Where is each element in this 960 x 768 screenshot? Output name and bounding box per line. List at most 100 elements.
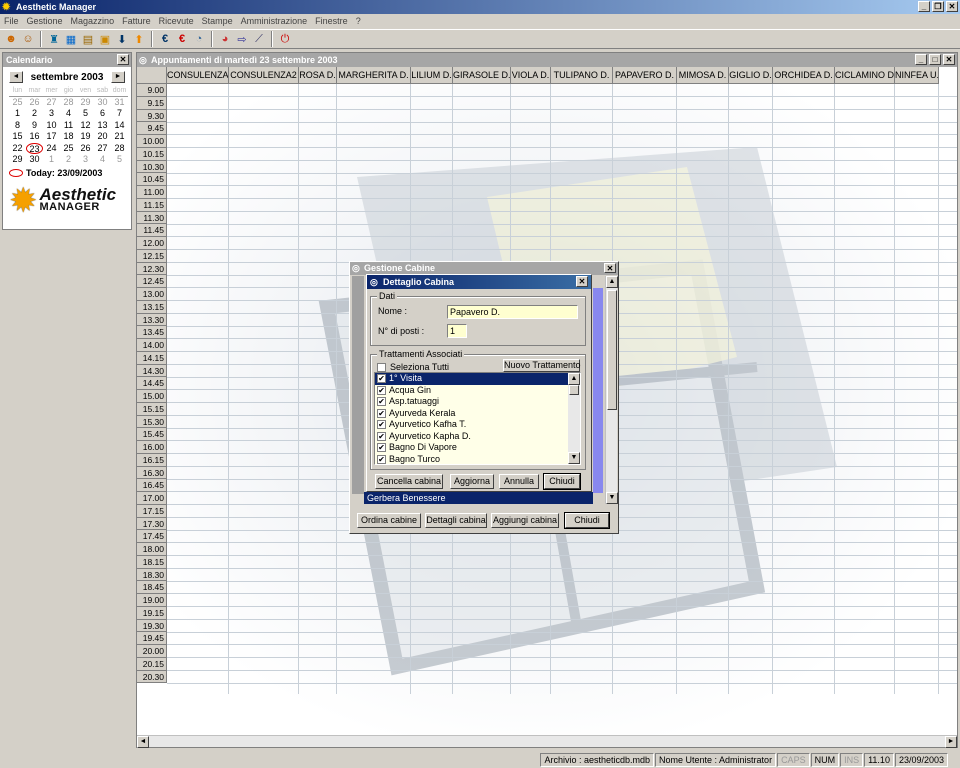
column-header[interactable]: CONSULENZA2 [229,67,299,84]
trattamento-item[interactable]: ✔ Asp.tatuaggi [375,396,580,408]
menu-item-amministrazione[interactable]: Amministrazione [241,14,308,28]
trattamento-checkbox[interactable]: ✔ [377,408,386,418]
calendar-day[interactable]: 25 [60,143,77,155]
gestione-cabine-close-button[interactable]: ✕ [604,263,616,273]
users-icon[interactable]: ☺ [20,31,36,47]
calendar-day[interactable]: 29 [9,154,26,166]
calendar-day[interactable]: 29 [77,97,94,109]
trattamento-item[interactable]: ✔ Bagno Di Vapore [375,442,580,454]
calendar-day[interactable]: 30 [26,154,43,166]
calendar-day[interactable]: 9 [26,120,43,132]
calendar-day[interactable]: 23 [26,142,43,154]
cabine-list-scrollbar[interactable]: ▲ ▼ [605,276,618,504]
next-month-button[interactable]: ► [110,71,125,83]
calendar-day[interactable]: 6 [94,108,111,120]
trattamenti-scrollbar[interactable]: ▲ ▼ [568,373,580,464]
menu-item-[interactable]: ? [356,14,361,28]
trattamento-checkbox[interactable]: ✔ [377,443,386,453]
calendar-day[interactable]: 28 [60,97,77,109]
calendar-day[interactable]: 16 [26,131,43,143]
calendar-close-button[interactable]: ✕ [117,54,129,65]
calendar-day[interactable]: 26 [26,97,43,109]
calendar-day[interactable]: 20 [94,131,111,143]
calendar-day[interactable]: 5 [77,108,94,120]
cabine-list-item-selected[interactable]: Gerbera Benessere [364,492,593,504]
calendar-day[interactable]: 15 [9,131,26,143]
calendar-day[interactable]: 18 [60,131,77,143]
user-icon[interactable]: ☻ [3,31,19,47]
trattamento-checkbox[interactable]: ✔ [377,454,386,464]
horizontal-scrollbar[interactable]: ◄ ► [137,735,957,748]
column-header[interactable]: ORCHIDEA D. [773,67,835,84]
chart-line-icon[interactable]: ⟋ [251,31,267,47]
column-header[interactable]: PAPAVERO D. [613,67,677,84]
tratt-scroll-down-button[interactable]: ▼ [568,452,580,464]
column-header[interactable]: NINFEA U. [895,67,939,84]
calendar-day[interactable]: 30 [94,97,111,109]
chart-pie-icon[interactable]: ◕ [217,31,233,47]
today-row[interactable]: Today: 23/09/2003 [3,166,131,180]
exit-icon[interactable]: ⏻ [277,31,293,47]
close-button[interactable]: ✕ [946,1,958,12]
dettaglio-close-button[interactable]: ✕ [576,276,588,287]
calendar-day[interactable]: 8 [9,120,26,132]
cabine-scroll-down-button[interactable]: ▼ [606,492,618,504]
column-header[interactable]: MIMOSA D. [677,67,729,84]
tratt-scroll-up-button[interactable]: ▲ [568,373,580,385]
calendar-day[interactable]: 17 [43,131,60,143]
column-header[interactable]: VIOLA D. [511,67,551,84]
menu-item-gestione[interactable]: Gestione [27,14,63,28]
calendar-day[interactable]: 28 [111,143,128,155]
trattamento-item[interactable]: ✔ Bagno Turco [375,454,580,465]
calendar-day[interactable]: 4 [60,108,77,120]
column-header[interactable]: LILIUM D. [411,67,453,84]
gestione-chiudi-button[interactable]: Chiudi [564,512,610,529]
calendar-day[interactable]: 5 [111,154,128,166]
menu-item-ricevute[interactable]: Ricevute [159,14,194,28]
calendar-day[interactable]: 27 [43,97,60,109]
list-icon[interactable]: ▤ [80,31,96,47]
trattamenti-list[interactable]: ✔ 1° Visita ✔ Acqua Gin ✔ Asp.tatuaggi ✔ Ayurve… [374,372,581,465]
clock-icon[interactable]: ◔ [191,31,207,47]
calendar-day[interactable]: 13 [94,120,111,132]
annulla-button[interactable]: Annulla [499,474,539,489]
calendar-day[interactable]: 2 [26,108,43,120]
arrow-down-icon[interactable]: ⬇ [114,31,130,47]
calendar-day[interactable]: 31 [111,97,128,109]
cabine-scroll-up-button[interactable]: ▲ [606,276,618,288]
euro-red-icon[interactable]: € [174,31,190,47]
calendar-day[interactable]: 3 [43,108,60,120]
calendar-day[interactable]: 21 [111,131,128,143]
menu-item-stampe[interactable]: Stampe [202,14,233,28]
trattamento-item[interactable]: ✔ Ayurvetico Kapha D. [375,431,580,443]
calendar-day[interactable]: 11 [60,120,77,132]
appt-maximize-button[interactable]: □ [929,54,941,65]
calendar-day[interactable]: 14 [111,120,128,132]
dettaglio-chiudi-button[interactable]: Chiudi [543,473,581,490]
trattamento-item[interactable]: ✔ Acqua Gin [375,385,580,397]
calendar-day[interactable]: 22 [9,143,26,155]
column-header[interactable]: CICLAMINO D. [835,67,895,84]
seleziona-tutti-box[interactable] [377,362,386,372]
aggiungi-cabina-button[interactable]: Aggiungi cabina [491,513,559,528]
trattamento-checkbox[interactable]: ✔ [377,385,386,395]
nome-field[interactable]: Papavero D. [447,305,578,319]
calendar-day[interactable]: 7 [111,108,128,120]
trattamento-checkbox[interactable]: ✔ [377,374,386,384]
menu-item-fatture[interactable]: Fatture [122,14,151,28]
calendar-day[interactable]: 27 [94,143,111,155]
calendar-day[interactable]: 10 [43,120,60,132]
trattamento-checkbox[interactable]: ✔ [377,420,386,430]
restore-button[interactable]: ❐ [932,1,944,12]
scroll-left-button[interactable]: ◄ [137,736,149,748]
column-header[interactable]: MARGHERITA D. [337,67,411,84]
nuovo-trattamento-button[interactable]: Nuovo Trattamento [503,359,581,372]
dettagli-cabina-button[interactable]: Dettagli cabina [425,513,487,528]
column-header[interactable]: CONSULENZA [167,67,229,84]
calendar-day[interactable]: 4 [94,154,111,166]
cancella-cabina-button[interactable]: Cancella cabina [375,474,443,489]
menu-item-file[interactable]: File [4,14,19,28]
calendar-day[interactable]: 26 [77,143,94,155]
column-header[interactable]: GIGLIO D. [729,67,773,84]
column-header[interactable]: GIRASOLE D. [453,67,511,84]
